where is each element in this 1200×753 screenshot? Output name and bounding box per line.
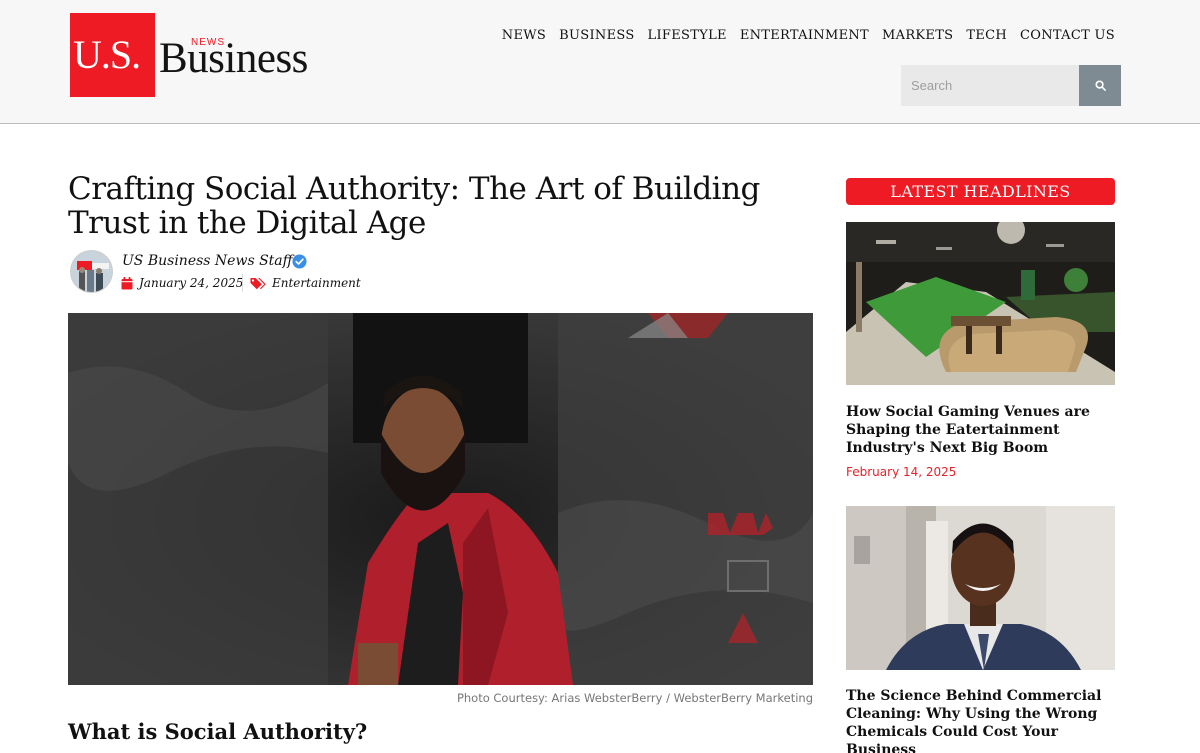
nav-item-news[interactable]: NEWS bbox=[502, 28, 546, 43]
article-title: Crafting Social Authority: The Art of Bu… bbox=[68, 171, 760, 241]
author-avatar[interactable] bbox=[70, 250, 113, 293]
logo-business-text: Business bbox=[159, 35, 308, 82]
publish-date: January 24, 2025 bbox=[121, 276, 243, 290]
site-header: U.S. NEWS Business NEWS BUSINESS LIFESTY… bbox=[0, 0, 1200, 124]
author-name[interactable]: US Business News Staff bbox=[122, 253, 293, 269]
nav-item-lifestyle[interactable]: LIFESTYLE bbox=[648, 28, 727, 43]
section-heading: What is Social Authority? bbox=[68, 719, 368, 744]
search-icon bbox=[1094, 80, 1106, 91]
nav-item-tech[interactable]: TECH bbox=[966, 28, 1007, 43]
search-input[interactable] bbox=[901, 65, 1079, 106]
logo-us-text: U.S. bbox=[73, 32, 141, 77]
meta-divider bbox=[242, 274, 243, 292]
search-form bbox=[901, 65, 1121, 106]
headline-1-title[interactable]: How Social Gaming Venues are Shaping the… bbox=[846, 403, 1116, 457]
headline-1-date: February 14, 2025 bbox=[846, 465, 957, 479]
article-category[interactable]: Entertainment bbox=[250, 276, 361, 290]
site-logo[interactable]: U.S. NEWS Business bbox=[70, 13, 342, 97]
article-meta: US Business News Staff January 24, 2025 … bbox=[70, 250, 470, 296]
search-button[interactable] bbox=[1079, 65, 1121, 106]
main-nav: NEWS BUSINESS LIFESTYLE ENTERTAINMENT MA… bbox=[489, 28, 1115, 43]
tags-icon bbox=[250, 277, 266, 289]
verified-badge-icon bbox=[292, 254, 307, 269]
nav-item-business[interactable]: BUSINESS bbox=[559, 28, 634, 43]
nav-item-entertainment[interactable]: ENTERTAINMENT bbox=[740, 28, 869, 43]
headline-1-image[interactable] bbox=[846, 222, 1115, 385]
publish-date-text: January 24, 2025 bbox=[139, 276, 244, 290]
headline-2-image[interactable] bbox=[846, 506, 1115, 670]
nav-item-contact-us[interactable]: CONTACT US bbox=[1020, 28, 1115, 43]
image-caption: Photo Courtesy: Arias WebsterBerry / Web… bbox=[456, 691, 813, 705]
calendar-icon bbox=[121, 276, 133, 289]
headline-2-title[interactable]: The Science Behind Commercial Cleaning: … bbox=[846, 687, 1116, 753]
article-category-text: Entertainment bbox=[272, 276, 361, 290]
hero-image bbox=[68, 313, 813, 685]
nav-item-markets[interactable]: MARKETS bbox=[882, 28, 953, 43]
latest-headlines-heading: LATEST HEADLINES bbox=[846, 178, 1115, 205]
